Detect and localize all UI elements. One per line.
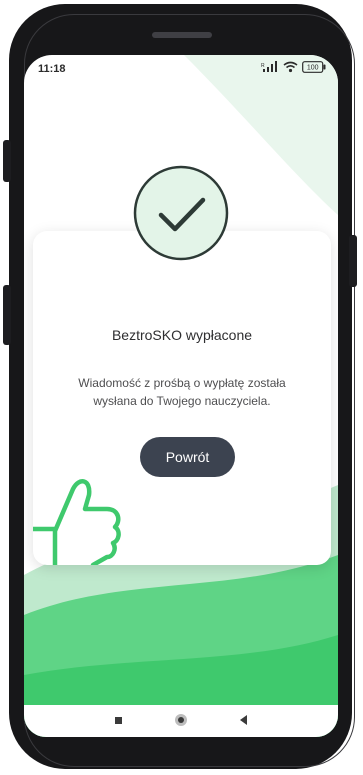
- checkmark-icon: [133, 165, 229, 261]
- phone-screen: 11:18 R 100 BeztroSKO wypłacone Wiadomoś…: [24, 55, 338, 737]
- back-button[interactable]: Powrót: [140, 437, 235, 477]
- home-icon-dot: [178, 717, 184, 723]
- dialog-message: Wiadomość z prośbą o wypłatę została wys…: [78, 376, 286, 408]
- recent-apps-icon[interactable]: [115, 717, 122, 724]
- battery-icon: 100: [302, 61, 326, 73]
- navigation-bar: [24, 705, 338, 737]
- thumbs-up-icon: [33, 479, 121, 565]
- status-time: 11:18: [38, 63, 66, 75]
- phone-speaker: [152, 32, 212, 38]
- status-icons: R 100: [261, 61, 326, 73]
- signal-icon: R: [261, 61, 277, 72]
- phone-power-button: [349, 235, 357, 287]
- back-icon[interactable]: [240, 715, 247, 725]
- dialog-title: BeztroSKO wypłacone: [111, 327, 253, 343]
- battery-level: 100: [307, 65, 319, 72]
- phone-side-button: [3, 140, 11, 182]
- phone-side-button: [3, 285, 11, 345]
- status-bar: 11:18 R 100: [24, 55, 338, 83]
- success-dialog: BeztroSKO wypłacone Wiadomość z prośbą o…: [33, 231, 331, 565]
- wifi-icon: [283, 61, 298, 73]
- home-icon[interactable]: [175, 714, 187, 726]
- network-type-label: R: [261, 63, 265, 69]
